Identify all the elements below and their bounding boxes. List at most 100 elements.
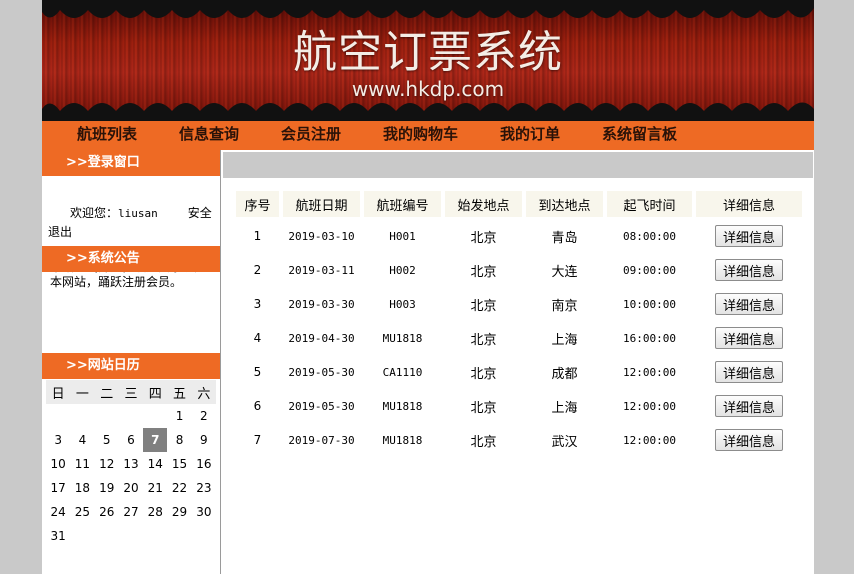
- cell-flight-no: MU1818: [382, 433, 423, 447]
- nav-my-orders[interactable]: 我的订单: [500, 121, 560, 150]
- calendar-empty-cell: [95, 404, 119, 428]
- calendar-empty-cell: [119, 524, 143, 548]
- col-flight-no: 航班编号: [364, 191, 441, 217]
- calendar-day: 29: [171, 505, 188, 519]
- calendar-day: 19: [99, 481, 115, 495]
- calendar-week-row: 17 18 19 20 21 22 23: [46, 476, 216, 500]
- calendar-empty-cell: [70, 404, 94, 428]
- cell-index: 4: [253, 331, 262, 345]
- cell-departure-time: 09:00:00: [623, 263, 676, 277]
- flight-detail-button[interactable]: 详细信息: [714, 395, 783, 417]
- notice-box-heading: >>系统公告: [42, 246, 220, 272]
- login-box-heading: >>登录窗口: [42, 150, 220, 176]
- nav-message-board[interactable]: 系统留言板: [602, 121, 677, 150]
- cell-origin: 北京: [470, 264, 497, 280]
- cell-origin: 北京: [470, 366, 497, 382]
- cell-flight-no: MU1818: [382, 399, 423, 413]
- nav-info-query[interactable]: 信息查询: [179, 121, 239, 150]
- cell-index: 7: [253, 433, 262, 447]
- cell-flight-no: MU1818: [382, 331, 423, 345]
- login-welcome: 欢迎您：liusan 安全退出: [48, 204, 216, 242]
- weekday-sat: 六: [191, 380, 216, 404]
- cell-details: 详细信息: [696, 323, 802, 353]
- flight-detail-button[interactable]: 详细信息: [714, 361, 783, 383]
- col-origin: 始发地点: [445, 191, 522, 217]
- cell-destination: 上海: [551, 332, 578, 348]
- cell-flight-no: H002: [389, 263, 416, 277]
- calendar-day: 13: [123, 457, 139, 471]
- cell-departure-time: 08:00:00: [623, 229, 676, 243]
- cell-index: 2: [253, 263, 262, 277]
- cell-departure-time: 12:00:00: [623, 433, 676, 447]
- left-sidebar: >>登录窗口 欢迎您：liusan安全退出 >>系统公告 本站正式开通，欢迎大家…: [42, 150, 221, 574]
- cell-destination: 武汉: [551, 434, 578, 450]
- cell-origin: 北京: [470, 332, 497, 348]
- calendar-week-row: 31: [46, 524, 216, 548]
- calendar-day: 27: [123, 505, 139, 519]
- col-details: 详细信息: [696, 191, 802, 217]
- calendar-day: 12: [99, 457, 115, 471]
- calendar-day: 24: [50, 505, 66, 519]
- site-title: 航空订票系统: [293, 27, 563, 78]
- calendar-empty-cell: [119, 404, 143, 428]
- cell-date: 2019-03-11: [288, 263, 355, 277]
- cell-destination: 上海: [551, 400, 578, 416]
- cell-destination: 南京: [551, 298, 578, 314]
- cell-details: 详细信息: [696, 425, 802, 455]
- cell-details: 详细信息: [696, 221, 802, 251]
- cell-flight-no: H001: [389, 229, 416, 243]
- calendar-day: 6: [127, 433, 135, 447]
- calendar-empty-cell: [143, 404, 167, 428]
- calendar-day: 4: [78, 433, 87, 447]
- cell-date: 2019-05-30: [288, 365, 355, 379]
- flight-row: 2 2019-03-11 H002 北京 大连 09:00:00 详细信息: [236, 255, 802, 285]
- calendar-day: 20: [123, 481, 139, 495]
- flight-table-header: 序号 航班日期 航班编号 始发地点 到达地点 起飞时间 详细信息: [236, 191, 802, 217]
- weekday-thu: 四: [143, 380, 168, 404]
- cell-destination: 大连: [551, 264, 578, 280]
- calendar-empty-cell: [192, 524, 216, 548]
- nav-member-register[interactable]: 会员注册: [281, 121, 341, 150]
- flight-row: 4 2019-04-30 MU1818 北京 上海 16:00:00 详细信息: [236, 323, 802, 353]
- calendar-day: 30: [196, 505, 212, 519]
- flight-row: 7 2019-07-30 MU1818 北京 武汉 12:00:00 详细信息: [236, 425, 802, 455]
- calendar-weekday-row: 日 一 二 三 四 五 六: [46, 380, 216, 404]
- weekday-sun: 日: [46, 380, 71, 404]
- calendar-day-today: 7: [143, 428, 168, 452]
- calendar-day: 11: [74, 457, 91, 471]
- flight-detail-button[interactable]: 详细信息: [714, 429, 783, 451]
- calendar-day: 8: [175, 433, 184, 447]
- cell-date: 2019-04-30: [288, 331, 355, 345]
- flight-table: 序号 航班日期 航班编号 始发地点 到达地点 起飞时间 详细信息 1 2019-0…: [232, 187, 806, 459]
- calendar-empty-cell: [167, 524, 191, 548]
- calendar-day: 25: [74, 505, 91, 519]
- cell-date: 2019-05-30: [288, 399, 355, 413]
- nav-flight-list[interactable]: 航班列表: [77, 121, 137, 150]
- flight-row: 5 2019-05-30 CA1110 北京 成都 12:00:00 详细信息: [236, 357, 802, 387]
- calendar-day: 1: [175, 409, 184, 423]
- cell-index: 1: [253, 229, 262, 243]
- cell-details: 详细信息: [696, 357, 802, 387]
- calendar-day: 3: [54, 433, 62, 447]
- col-index: 序号: [236, 191, 279, 217]
- weekday-tue: 二: [94, 380, 119, 404]
- calendar-day: 10: [50, 457, 66, 471]
- content-title-bar: [223, 152, 813, 178]
- flight-detail-button[interactable]: 详细信息: [714, 327, 783, 349]
- flight-detail-button[interactable]: 详细信息: [714, 259, 783, 281]
- calendar-day: 5: [102, 433, 111, 447]
- main-nav: 航班列表 信息查询 会员注册 我的购物车 我的订单 系统留言板: [42, 121, 814, 150]
- flight-detail-button[interactable]: 详细信息: [714, 293, 783, 315]
- flight-detail-button[interactable]: 详细信息: [714, 225, 783, 247]
- cell-destination: 青岛: [551, 230, 578, 246]
- cell-flight-no: H003: [389, 297, 416, 311]
- nav-shopping-cart[interactable]: 我的购物车: [383, 121, 458, 150]
- cell-date: 2019-03-30: [288, 297, 355, 311]
- cell-details: 详细信息: [696, 289, 802, 319]
- calendar-day: 23: [196, 481, 212, 495]
- site-calendar: 日 一 二 三 四 五 六 1 2 3 4 5 6 7 8 9 10 11 12 13 14 15 16 17 1…: [46, 380, 216, 548]
- calendar-empty-cell: [143, 524, 167, 548]
- flight-row: 6 2019-05-30 MU1818 北京 上海 12:00:00 详细信息: [236, 391, 802, 421]
- cell-origin: 北京: [470, 230, 497, 246]
- calendar-day: 18: [74, 481, 91, 495]
